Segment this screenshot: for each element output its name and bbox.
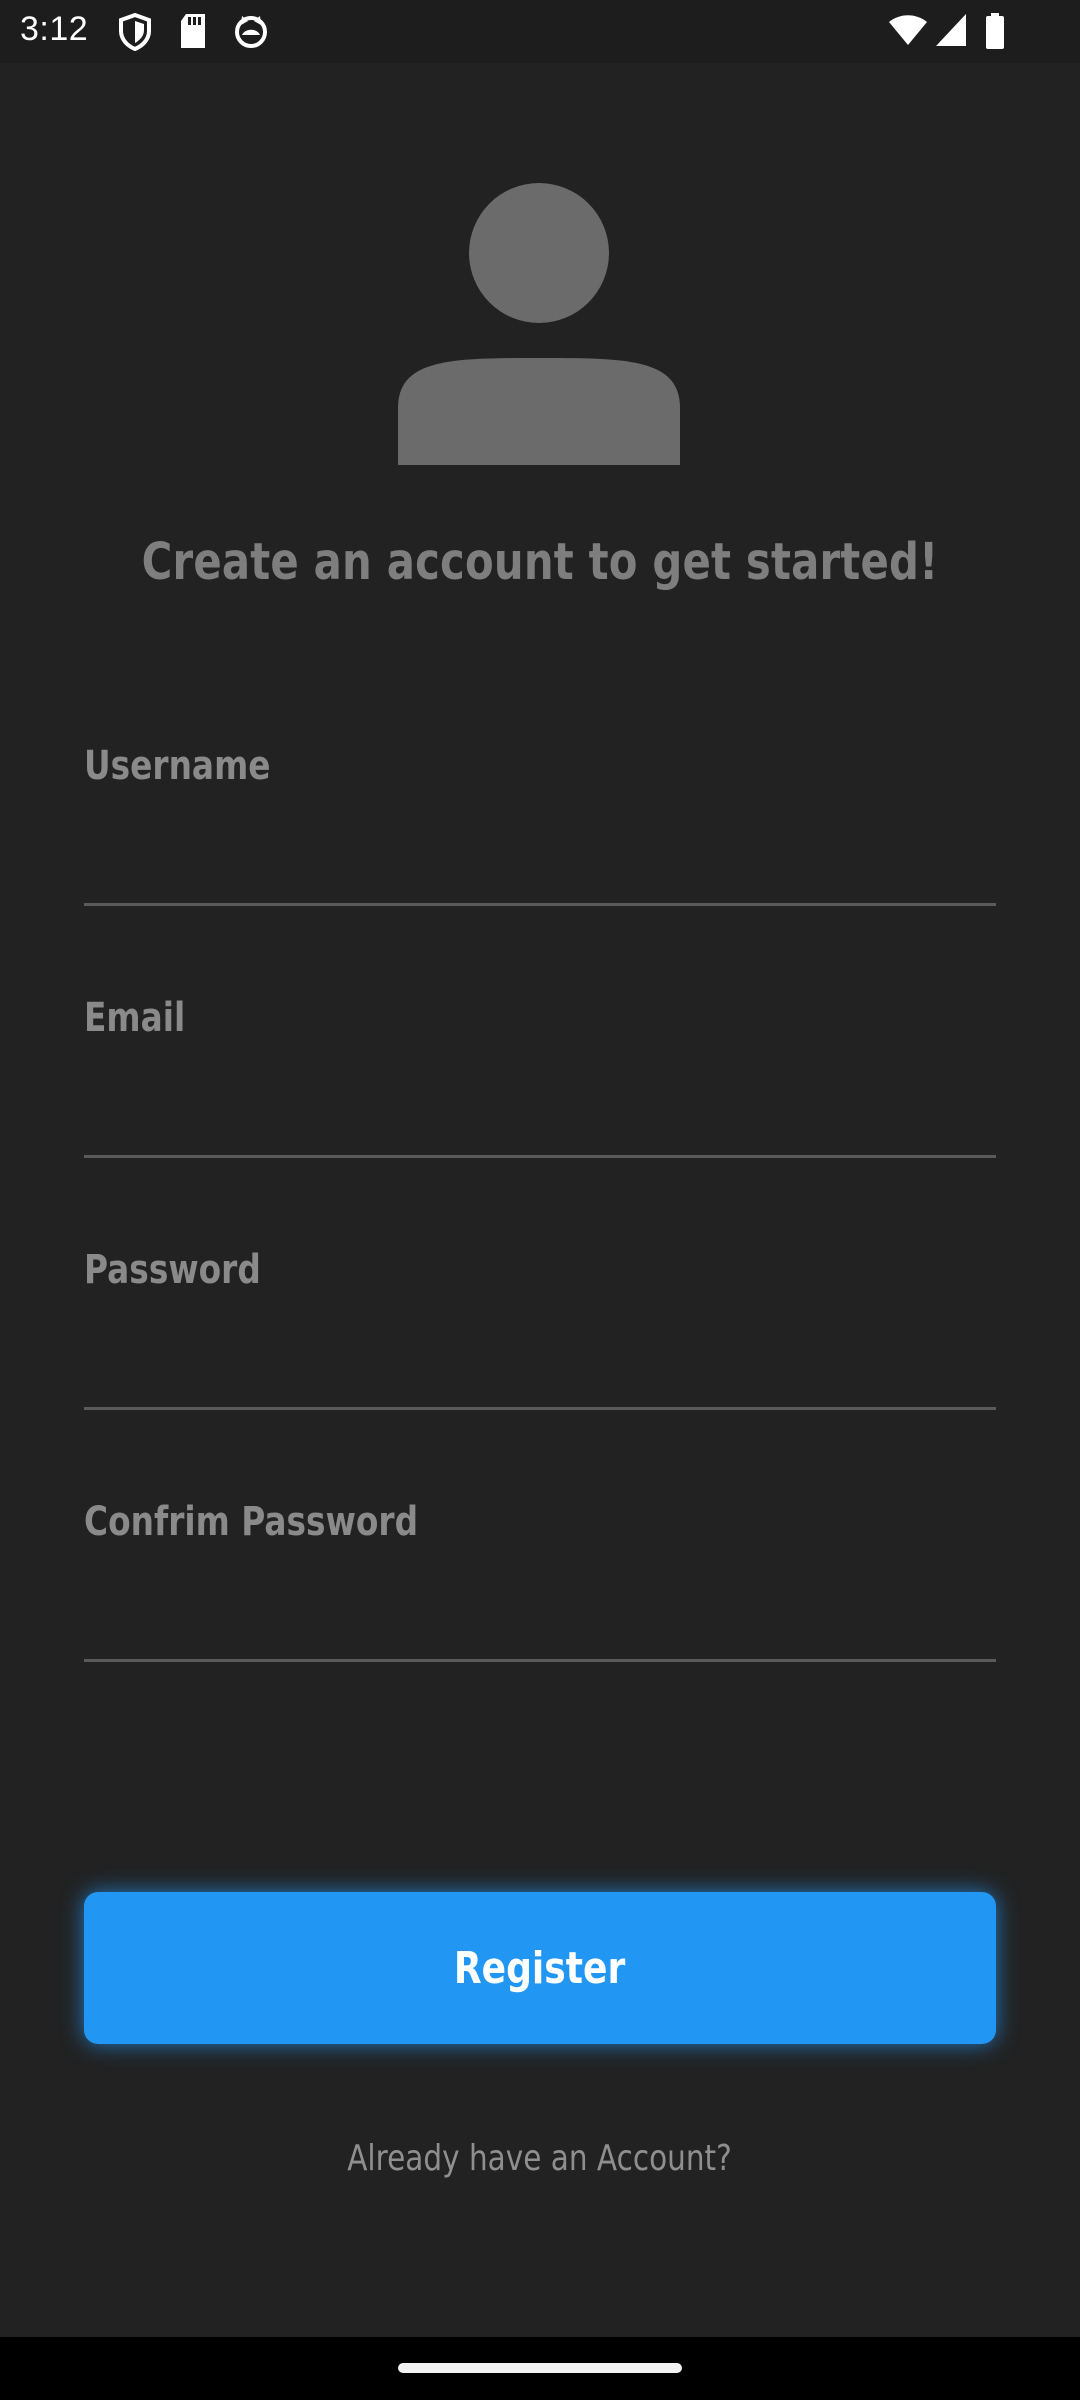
cat-face-icon <box>233 13 269 54</box>
confirm-password-label: Confrim Password <box>84 1499 419 1545</box>
register-button-label: Register <box>454 1942 626 1994</box>
page-title: Create an account to get started! <box>141 533 939 592</box>
login-link[interactable]: Already have an Account? <box>0 2138 1080 2179</box>
person-icon <box>398 183 680 465</box>
confirm-password-input[interactable] <box>84 1589 996 1662</box>
email-field: Email <box>84 995 996 1195</box>
cellular-signal-icon <box>935 13 967 52</box>
navigation-bar <box>0 2337 1080 2400</box>
email-label: Email <box>84 995 186 1041</box>
password-label: Password <box>84 1247 261 1293</box>
battery-icon <box>985 13 1005 54</box>
register-screen: Create an account to get started! Userna… <box>0 63 1080 2337</box>
status-time: 3:12 <box>20 10 89 48</box>
confirm-password-field: Confrim Password <box>84 1499 996 1699</box>
shield-icon <box>118 12 152 56</box>
password-field: Password <box>84 1247 996 1447</box>
login-link-label: Already have an Account? <box>347 2138 733 2179</box>
status-bar: 3:12 <box>0 0 1080 63</box>
wifi-icon <box>888 13 928 52</box>
sd-card-icon <box>178 13 208 54</box>
username-input[interactable] <box>84 833 996 906</box>
email-input[interactable] <box>84 1085 996 1158</box>
password-input[interactable] <box>84 1337 996 1410</box>
register-button[interactable]: Register <box>84 1892 996 2044</box>
home-gesture-handle[interactable] <box>398 2363 682 2373</box>
username-field: Username <box>84 743 996 943</box>
username-label: Username <box>84 743 271 789</box>
